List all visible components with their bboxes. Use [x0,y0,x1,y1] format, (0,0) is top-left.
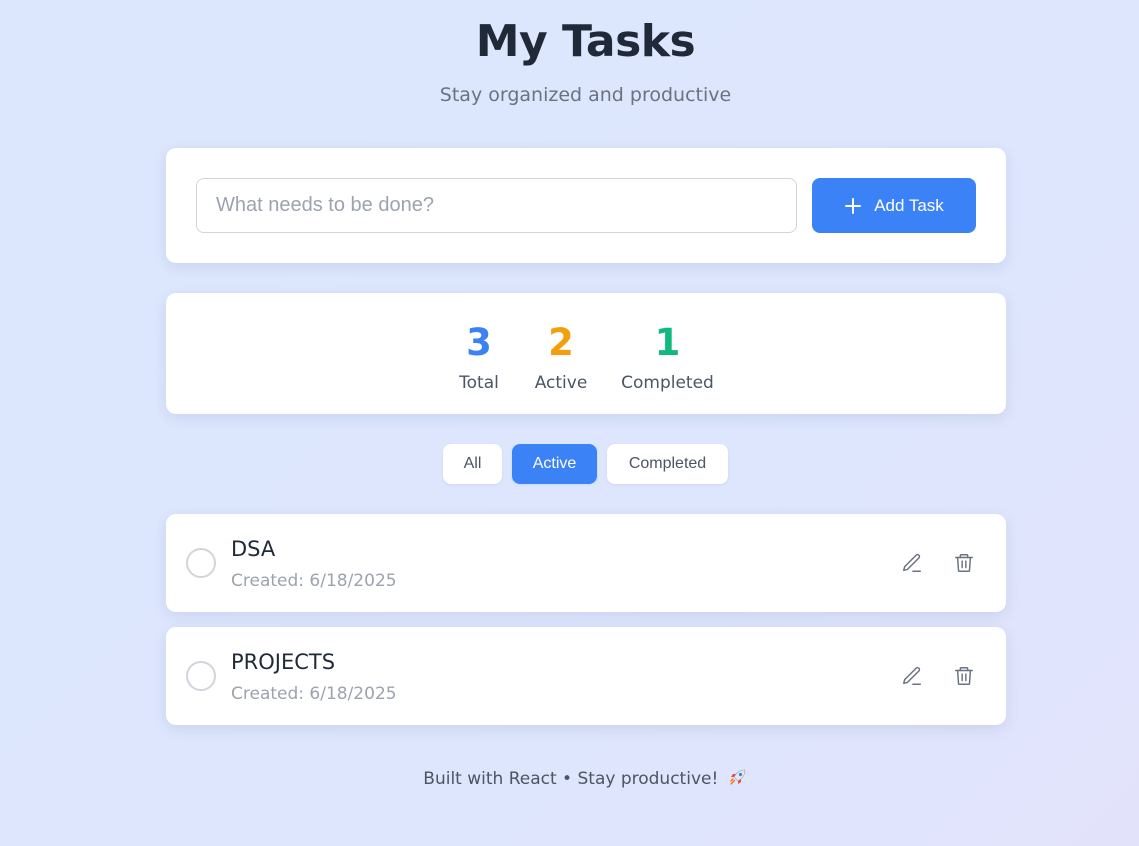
task-item: DSA Created: 6/18/2025 [166,514,1006,612]
plus-icon [845,197,862,214]
trash-icon [955,554,973,572]
task-checkbox[interactable] [186,548,216,578]
stat-completed-value: 1 [654,321,681,364]
page-subtitle: Stay organized and productive [439,84,732,106]
stat-total-value: 3 [466,321,492,364]
stat-total-label: Total [459,373,499,393]
filter-active-button[interactable]: Active [512,444,597,484]
stat-active-value: 2 [548,321,574,364]
delete-task-button[interactable] [951,550,977,576]
trash-icon [955,667,973,685]
task-title: DSA [231,537,276,561]
edit-task-button[interactable] [899,550,925,576]
task-input[interactable] [196,178,797,233]
pencil-icon [903,553,921,572]
task-item: PROJECTS Created: 6/18/2025 [166,627,1006,725]
filter-completed-button[interactable]: Completed [607,444,728,484]
stat-completed: 1 Completed [620,321,715,393]
rocket-icon [729,769,745,785]
footer-text: Built with React • Stay productive! [423,769,719,789]
page-title: My Tasks [475,16,696,67]
stat-completed-label: Completed [621,373,714,393]
pencil-icon [903,666,921,685]
stat-active: 2 Active [532,321,590,393]
add-task-card: Add Task [166,148,1006,263]
add-task-button[interactable]: Add Task [812,178,976,233]
stats-card: 3 Total 2 Active 1 Completed [166,293,1006,414]
edit-task-button[interactable] [899,663,925,689]
stat-total: 3 Total [450,321,508,393]
task-checkbox[interactable] [186,661,216,691]
add-task-label: Add Task [874,195,944,215]
stat-active-label: Active [534,373,588,393]
task-created-date: Created: 6/18/2025 [231,684,397,704]
task-title: PROJECTS [231,650,336,674]
delete-task-button[interactable] [951,663,977,689]
filter-all-button[interactable]: All [443,444,502,484]
task-created-date: Created: 6/18/2025 [231,571,397,591]
footer: Built with React • Stay productive! [0,767,1139,789]
